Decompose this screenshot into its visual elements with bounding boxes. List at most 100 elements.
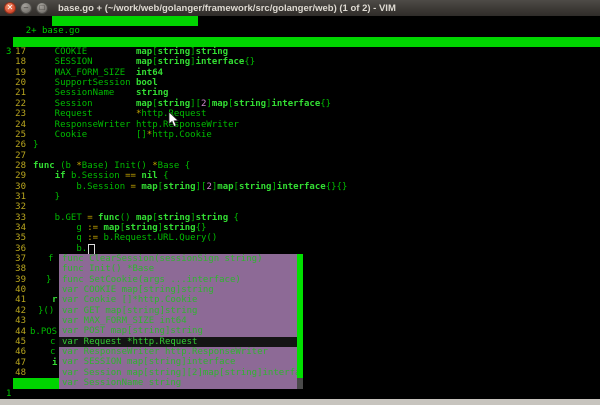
code-line[interactable]: 33 b.GET = func() map[string]string { <box>0 213 600 223</box>
close-button[interactable]: ✕ <box>4 2 16 14</box>
popup-scrollbar[interactable] <box>297 347 303 357</box>
code-token: int64 <box>136 68 163 78</box>
line-number: 28 <box>0 161 26 171</box>
popup-scrollbar[interactable] <box>297 275 303 285</box>
buffer-list-line[interactable]: 2+ base.go <box>0 16 600 26</box>
popup-item[interactable]: var GET map[string]string <box>59 306 303 316</box>
titlebar: ✕ – □ base.go + (~/work/web/golanger/fra… <box>0 0 600 16</box>
completion-popup: func ClearSession(sessionSign string)fun… <box>59 254 303 388</box>
code-line[interactable]: 32 <box>0 202 600 212</box>
minimize-button[interactable]: – <box>20 2 32 14</box>
code-token: Session <box>33 99 136 109</box>
popup-scrollbar[interactable] <box>297 316 303 326</box>
code-token: nil <box>141 171 157 181</box>
code-line[interactable]: 21 SessionName string <box>0 88 600 98</box>
code-token: {} <box>196 223 207 233</box>
code-fragment: c <box>50 347 55 357</box>
code-line[interactable]: 34 g := map[string]string{} <box>0 223 600 233</box>
popup-item[interactable]: func Init() *Base <box>59 264 303 274</box>
code-token: string <box>136 88 169 98</box>
line-number: 46 <box>0 347 26 357</box>
code-fragment: r <box>52 295 57 305</box>
code-line[interactable]: 31 } <box>0 192 600 202</box>
popup-scrollbar[interactable] <box>297 306 303 316</box>
code-token: := <box>87 223 98 233</box>
code-token: b. <box>33 244 87 254</box>
code-token: {} <box>244 57 255 67</box>
code-token: SESSION <box>33 57 136 67</box>
code-token: COOKIE <box>33 47 136 57</box>
popup-scrollbar[interactable] <box>297 357 303 367</box>
code-line[interactable]: 19 MAX_FORM_SIZE int64 <box>0 68 600 78</box>
line-number: 38 <box>0 264 26 274</box>
popup-scrollbar[interactable] <box>297 337 303 347</box>
minibufexplorer-statusline: 3 -MiniBufExplorer- [-][none,utf-8,unix]… <box>0 37 600 47</box>
code-line[interactable]: 36 b. <box>0 244 600 254</box>
code-line[interactable]: 26} <box>0 140 600 150</box>
maximize-button[interactable]: □ <box>36 2 48 14</box>
code-line[interactable]: 22 Session map[string][2]map[string]inte… <box>0 99 600 109</box>
mbe-status-bar <box>13 37 600 47</box>
code-line[interactable]: 28func (b *Base) Init() *Base { <box>0 161 600 171</box>
line-number: 19 <box>0 68 26 78</box>
window-bottom-strip <box>0 399 600 405</box>
code-line[interactable]: 24 ResponseWriter http.ResponseWriter <box>0 120 600 130</box>
popup-item[interactable]: var SessionName string <box>59 378 303 388</box>
popup-item-selected[interactable]: var Request *http.Request <box>59 337 303 347</box>
line-number: 24 <box>0 120 26 130</box>
code-line[interactable]: 25 Cookie []*http.Cookie <box>0 130 600 140</box>
popup-item[interactable]: var MAX_FORM_SIZE int64 <box>59 316 303 326</box>
line-number: 23 <box>0 109 26 119</box>
line-number: 47 <box>0 358 26 368</box>
code-token: r <box>52 295 57 305</box>
code-fragment: f <box>48 254 53 264</box>
code-token: c <box>50 347 55 357</box>
popup-item[interactable]: var ResponseWriter http.ResponseWriter <box>59 347 303 357</box>
line-number: 37 <box>0 254 26 264</box>
line-number: 36 <box>0 244 26 254</box>
line-number: 21 <box>0 88 26 98</box>
popup-item[interactable]: var Cookie []*http.Cookie <box>59 295 303 305</box>
code-fragment: } <box>46 275 51 285</box>
popup-item[interactable]: func ClearSession(sessionSign string) <box>59 254 303 264</box>
line-number: 31 <box>0 192 26 202</box>
code-token <box>33 171 55 181</box>
popup-item[interactable]: var SESSION map[string]interface <box>59 357 303 367</box>
popup-scrollbar[interactable] <box>297 254 303 264</box>
code-token: Base) Init() <box>82 161 152 171</box>
popup-scrollbar[interactable] <box>297 368 303 378</box>
code-token: b.Session <box>66 171 126 181</box>
popup-scrollbar[interactable] <box>297 264 303 274</box>
popup-item[interactable]: func SetCookie(args ...interface) <box>59 275 303 285</box>
code-token: } <box>33 140 38 150</box>
code-token: {} <box>320 99 331 109</box>
popup-scrollbar[interactable] <box>297 285 303 295</box>
popup-scrollbar[interactable] <box>297 295 303 305</box>
code-token: map <box>212 99 228 109</box>
popup-scrollbar[interactable] <box>297 378 303 388</box>
code-line[interactable]: 27 <box>0 151 600 161</box>
code-line[interactable]: 30 b.Session = map[string][2]map[string]… <box>0 182 600 192</box>
mouse-cursor-icon <box>168 112 180 128</box>
line-number: 27 <box>0 151 26 161</box>
popup-item[interactable]: var POST map[string]string <box>59 326 303 336</box>
code-token: map <box>136 213 152 223</box>
code-line[interactable]: 23 Request *http.Request <box>0 109 600 119</box>
code-line[interactable]: 29 if b.Session == nil { <box>0 171 600 181</box>
popup-item[interactable]: var COOKIE map[string]string <box>59 285 303 295</box>
code-token: string <box>196 213 229 223</box>
code-fragment: }() <box>38 306 54 316</box>
line-number: 40 <box>0 285 26 295</box>
code-token: interface <box>277 182 326 192</box>
code-token: string <box>158 99 191 109</box>
code-line[interactable]: 18 SESSION map[string]interface{} <box>0 57 600 67</box>
code-line[interactable]: 20 SupportSession bool <box>0 78 600 88</box>
popup-item[interactable]: var Session map[string][2]map[string]int… <box>59 368 303 378</box>
code-token: map <box>103 223 119 233</box>
code-line[interactable]: 17 COOKIE map[string]string <box>0 47 600 57</box>
code-line[interactable]: 35 q := b.Request.URL.Query() <box>0 233 600 243</box>
popup-scrollbar[interactable] <box>297 326 303 336</box>
code-token: bool <box>136 78 158 88</box>
code-token: string <box>234 99 267 109</box>
code-token: if <box>55 171 66 181</box>
